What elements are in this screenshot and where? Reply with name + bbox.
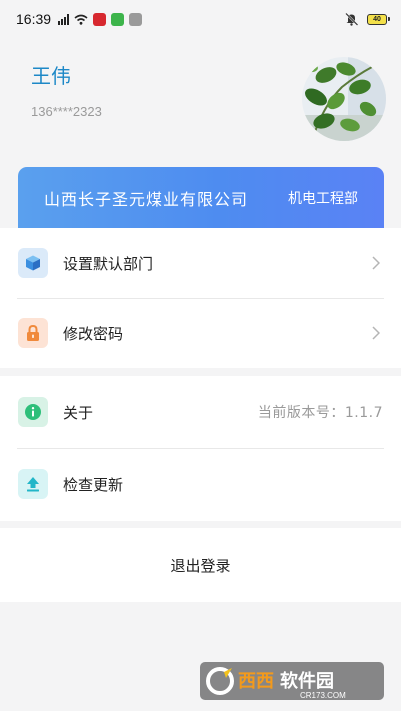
battery-icon: 40 <box>367 13 390 25</box>
status-bar: 16:39 40 <box>0 0 401 38</box>
watermark-logo: 西西 软件园 CR173.COM <box>200 660 384 702</box>
svg-text:CR173.COM: CR173.COM <box>300 691 346 700</box>
wifi-icon <box>74 14 88 25</box>
user-phone: 136****2323 <box>31 104 102 119</box>
menu-label: 关于 <box>63 403 94 422</box>
status-left: 16:39 <box>16 11 143 27</box>
menu-label: 检查更新 <box>63 475 124 494</box>
cell-signal-icon <box>58 13 70 25</box>
avatar[interactable] <box>302 57 386 141</box>
svg-text:软件园: 软件园 <box>280 670 334 692</box>
notification-app-icon <box>93 12 107 26</box>
company-card[interactable]: 山西长子圣元煤业有限公司 机电工程部 <box>18 167 384 229</box>
menu-item-set-default-dept[interactable]: 设置默认部门 <box>0 228 401 298</box>
profile-screen: 16:39 40 王伟 136****2323 山西长子圣元煤业有限公司 机电工… <box>0 0 401 711</box>
menu-label: 修改密码 <box>63 324 124 343</box>
logout-button[interactable]: 退出登录 <box>0 528 401 602</box>
settings-group: 设置默认部门 修改密码 <box>0 228 401 368</box>
upload-arrow-icon <box>18 469 48 499</box>
status-time: 16:39 <box>16 11 52 27</box>
mute-bell-icon <box>345 12 359 26</box>
lock-icon <box>18 318 48 348</box>
svg-text:西西: 西西 <box>238 671 274 692</box>
chevron-right-icon <box>369 256 383 270</box>
avatar-plant-image <box>302 57 386 141</box>
cube-icon <box>18 248 48 278</box>
user-name: 王伟 <box>31 64 71 88</box>
info-icon <box>18 397 48 427</box>
menu-item-change-password[interactable]: 修改密码 <box>0 298 401 368</box>
version-label: 当前版本号：1.1.7 <box>257 405 383 421</box>
app-info-group: 关于 当前版本号：1.1.7 检查更新 <box>0 376 401 521</box>
menu-item-check-update[interactable]: 检查更新 <box>0 448 401 520</box>
chevron-right-icon <box>369 326 383 340</box>
company-name: 山西长子圣元煤业有限公司 <box>44 190 249 209</box>
status-right: 40 <box>344 12 390 26</box>
department-name: 机电工程部 <box>288 191 358 207</box>
notification-app-icon <box>111 12 125 26</box>
menu-label: 设置默认部门 <box>63 254 154 273</box>
notification-app-icon <box>129 12 143 26</box>
menu-item-about[interactable]: 关于 当前版本号：1.1.7 <box>0 376 401 448</box>
